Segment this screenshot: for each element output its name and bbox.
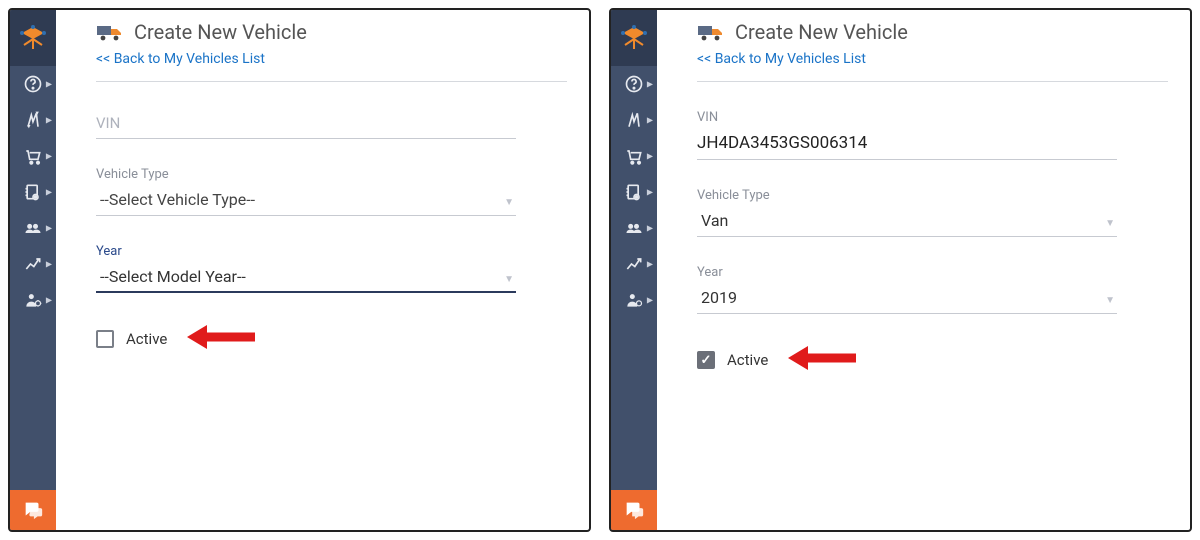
truck-icon [96,22,124,42]
nav-user-settings[interactable]: ▶ [10,282,56,318]
nav-analytics[interactable]: ▶ [10,246,56,282]
panel-left: ▶ ▶ ▶ ▶ ▶ ▶ ▶ [8,8,591,532]
nav-addressbook[interactable]: ▶ [611,174,657,210]
chevron-right-icon: ▶ [647,80,653,89]
nav-fleet[interactable]: ▶ [10,210,56,246]
active-label: Active [727,351,768,369]
year-select[interactable]: --Select Model Year-- [96,263,516,293]
page-title: Create New Vehicle [735,20,908,44]
app-logo [10,10,56,66]
chat-button[interactable] [10,490,56,530]
chevron-right-icon: ▶ [647,224,653,233]
nav-orders[interactable]: ▶ [10,138,56,174]
chevron-right-icon: ▶ [46,188,52,197]
nav-orders[interactable]: ▶ [611,138,657,174]
year-field: Year 2019 ▼ [697,265,1117,314]
chevron-right-icon: ▶ [647,260,653,269]
page-title: Create New Vehicle [134,20,307,44]
divider [697,81,1168,82]
chevron-right-icon: ▶ [647,116,653,125]
active-label: Active [126,330,167,348]
arrow-annotation [185,323,255,355]
truck-icon [697,22,725,42]
page-header: Create New Vehicle [697,20,1168,44]
sidebar: ▶ ▶ ▶ ▶ ▶ ▶ ▶ [10,10,56,530]
vin-field: VIN [96,110,516,139]
year-field: Year --Select Model Year-- ▼ [96,244,516,293]
active-checkbox[interactable]: ✓ [697,351,715,369]
nav-fleet[interactable]: ▶ [611,210,657,246]
year-label: Year [697,265,1117,280]
year-select[interactable]: 2019 [697,284,1117,314]
divider [96,81,567,82]
app-logo [611,10,657,66]
chevron-right-icon: ▶ [647,188,653,197]
arrow-annotation [786,344,856,376]
main-content: Create New Vehicle << Back to My Vehicle… [657,10,1190,530]
vehicle-type-label: Vehicle Type [697,188,1117,203]
chevron-right-icon: ▶ [46,80,52,89]
nav-help[interactable]: ▶ [611,66,657,102]
nav-user-settings[interactable]: ▶ [611,282,657,318]
sidebar: ▶ ▶ ▶ ▶ ▶ ▶ ▶ [611,10,657,530]
chevron-right-icon: ▶ [46,152,52,161]
sidebar-nav: ▶ ▶ ▶ ▶ ▶ ▶ ▶ [10,66,56,490]
chevron-right-icon: ▶ [46,116,52,125]
vehicle-type-select[interactable]: Van [697,207,1117,237]
back-link[interactable]: << Back to My Vehicles List [96,51,265,67]
page-header: Create New Vehicle [96,20,567,44]
vin-input[interactable]: JH4DA3453GS006314 [697,129,1117,160]
vin-input[interactable]: VIN [96,110,516,139]
nav-analytics[interactable]: ▶ [611,246,657,282]
vin-field: VIN JH4DA3453GS006314 [697,110,1117,160]
vehicle-type-field: Vehicle Type Van ▼ [697,188,1117,237]
chevron-right-icon: ▶ [647,296,653,305]
panel-right: ▶ ▶ ▶ ▶ ▶ ▶ ▶ [609,8,1192,532]
nav-routes[interactable]: ▶ [611,102,657,138]
chevron-right-icon: ▶ [46,296,52,305]
vin-label: VIN [697,110,1117,125]
nav-routes[interactable]: ▶ [10,102,56,138]
active-row: Active [96,323,567,355]
year-label: Year [96,244,516,259]
active-row: ✓ Active [697,344,1168,376]
chevron-right-icon: ▶ [46,224,52,233]
back-link[interactable]: << Back to My Vehicles List [697,51,866,67]
vehicle-type-select[interactable]: --Select Vehicle Type-- [96,186,516,216]
chevron-right-icon: ▶ [46,260,52,269]
nav-help[interactable]: ▶ [10,66,56,102]
sidebar-nav: ▶ ▶ ▶ ▶ ▶ ▶ ▶ [611,66,657,490]
chat-button[interactable] [611,490,657,530]
nav-addressbook[interactable]: ▶ [10,174,56,210]
chevron-right-icon: ▶ [647,152,653,161]
vehicle-type-label: Vehicle Type [96,167,516,182]
vehicle-type-field: Vehicle Type --Select Vehicle Type-- ▼ [96,167,516,216]
main-content: Create New Vehicle << Back to My Vehicle… [56,10,589,530]
active-checkbox[interactable] [96,330,114,348]
